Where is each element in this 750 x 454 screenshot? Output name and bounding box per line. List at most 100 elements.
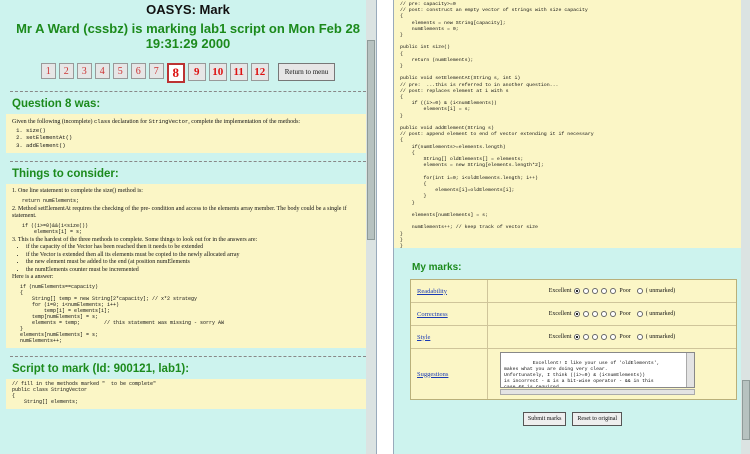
radio-readability-4[interactable] [601,288,608,294]
unmarked-label: ( unmarked) [645,334,676,340]
correctness-link[interactable]: Correctness [411,303,488,325]
readability-rating: Excellent Poor ( unmarked) [488,280,736,302]
radio-readability-3[interactable] [592,288,599,294]
consider-p3: 3. This is the hardest of the three meth… [12,236,258,243]
scale-left-label: Excellent [548,311,572,317]
consider-p1: 1. One line statement to complete the si… [12,188,143,194]
question-button-11[interactable]: 11 [229,63,248,81]
radio-correctness-2[interactable] [583,311,590,317]
question-button-12[interactable]: 12 [250,63,269,81]
style-rating: Excellent Poor ( unmarked) [488,326,736,348]
method-item: addElement() [26,142,360,150]
divider [10,355,366,357]
right-frame: // pre: capacity>=0 // post: construct a… [393,0,750,454]
question-button-7[interactable]: 7 [148,63,164,79]
marking-line-1: Mr A Ward (cssbz) is marking lab1 script… [16,21,360,36]
marks-row-suggestions: Suggestions Excellent! I like your use o… [411,349,736,399]
radio-correctness-4[interactable] [601,311,608,317]
question-intro-text: Given the following (incomplete) [12,119,93,125]
my-marks-heading: My marks: [412,262,462,273]
style-link[interactable]: Style [411,326,488,348]
marks-actions: Submit marks Reset to original [394,412,750,426]
radio-style-2[interactable] [583,334,590,340]
script-heading: Script to mark (Id: 900121, lab1): [12,362,190,375]
answer-code: if (numElements==capacity) { String[] te… [20,283,225,344]
scale-right-label: Poor [619,334,631,340]
consider-box: 1. One line statement to complete the si… [6,184,366,348]
consider-bullet: the new element must be added to the end… [26,259,360,267]
question-button-4[interactable]: 4 [94,63,110,79]
radio-style-unmarked[interactable] [636,334,643,340]
scale-right-label: Poor [619,288,631,294]
question-intro-text-2: declaration for [112,119,148,125]
radio-style-4[interactable] [601,334,608,340]
radio-readability-unmarked[interactable] [636,288,643,294]
consider-bullet: if the Vector is extended then all its e… [26,252,360,260]
question-heading: Question 8 was: [12,98,101,110]
divider [10,91,366,92]
radio-style-5[interactable] [610,334,617,340]
scale-right-label: Poor [619,311,631,317]
scale-left-label: Excellent [548,334,572,340]
suggestions-cell: Excellent! I like your use of 'oldElemen… [488,349,736,399]
left-scroll-thumb[interactable] [367,40,375,240]
question-intro-text-3: , complete the implementation of the met… [188,119,301,125]
radio-style-3[interactable] [592,334,599,340]
marks-row-style: Style Excellent Poor ( unmarked) [411,326,736,349]
question-box: Given the following (incomplete) class d… [6,114,366,153]
question-button-10[interactable]: 10 [208,63,227,81]
radio-readability-2[interactable] [583,288,590,294]
script-code: // pre: capacity>=0 // post: construct a… [394,0,750,248]
method-item: size() [26,127,360,135]
radio-readability-1[interactable] [574,288,581,294]
left-frame: OASYS: Mark Mr A Ward (cssbz) is marking… [0,0,377,454]
readability-link[interactable]: Readability [411,280,488,302]
consider-heading: Things to consider: [12,168,119,180]
marks-table: Readability Excellent Poor ( unmarked) C… [410,279,737,400]
radio-correctness-unmarked[interactable] [636,311,643,317]
question-nav: 1 2 3 4 5 6 7 8 9 10 11 12 Return to men… [0,63,376,83]
question-intro: Given the following (incomplete) class d… [12,118,360,127]
submit-marks-button[interactable]: Submit marks [522,412,567,426]
frame-gap [377,0,393,454]
script-code-top-box: // fill in the methods marked " to be co… [6,378,366,409]
question-button-5[interactable]: 5 [112,63,128,79]
scale-left-label: Excellent [548,288,572,294]
marking-line-2: 19:31:29 2000 [145,36,231,51]
radio-correctness-3[interactable] [592,311,599,317]
return-to-menu-button[interactable]: Return to menu [277,63,336,81]
suggestions-scrollbar[interactable] [686,353,694,387]
suggestions-textarea[interactable]: Excellent! I like your use of 'oldElemen… [500,352,695,388]
divider [10,161,366,162]
answer-label: Here is a answer: [12,274,54,280]
question-button-2[interactable]: 2 [58,63,74,79]
right-scrollbar[interactable] [741,0,750,454]
marks-row-readability: Readability Excellent Poor ( unmarked) [411,280,736,303]
question-button-1[interactable]: 1 [40,63,56,79]
question-button-3[interactable]: 3 [76,63,92,79]
method-item: setElementAt() [26,134,360,142]
script-code-top: // fill in the methods marked " to be co… [12,380,157,405]
correctness-rating: Excellent Poor ( unmarked) [488,303,736,325]
consider-p2-code: if ((i>=0)&&(i<size()) elements[i] = s; [22,222,89,235]
suggestions-link[interactable]: Suggestions [411,349,488,399]
question-button-8-current[interactable]: 8 [166,63,185,83]
radio-readability-5[interactable] [610,288,617,294]
suggestions-hscrollbar[interactable] [500,389,695,395]
consider-bullets: if the capacity of the Vector has been r… [12,244,360,274]
radio-style-1[interactable] [574,334,581,340]
right-scroll-thumb[interactable] [742,380,750,440]
question-button-6[interactable]: 6 [130,63,146,79]
unmarked-label: ( unmarked) [645,288,676,294]
consider-bullet: the numElements counter must be incremen… [26,267,360,275]
method-list: size() setElementAt() addElement() [12,127,360,150]
suggestions-text: Excellent! I like your use of 'oldElemen… [504,361,660,388]
consider-bullet: if the capacity of the Vector has been r… [26,244,360,252]
radio-correctness-5[interactable] [610,311,617,317]
question-button-9[interactable]: 9 [187,63,206,81]
reset-button[interactable]: Reset to original [572,412,623,426]
left-scrollbar[interactable] [366,0,376,454]
radio-correctness-1[interactable] [574,311,581,317]
unmarked-label: ( unmarked) [645,311,676,317]
marking-info: Mr A Ward (cssbz) is marking lab1 script… [0,21,376,51]
